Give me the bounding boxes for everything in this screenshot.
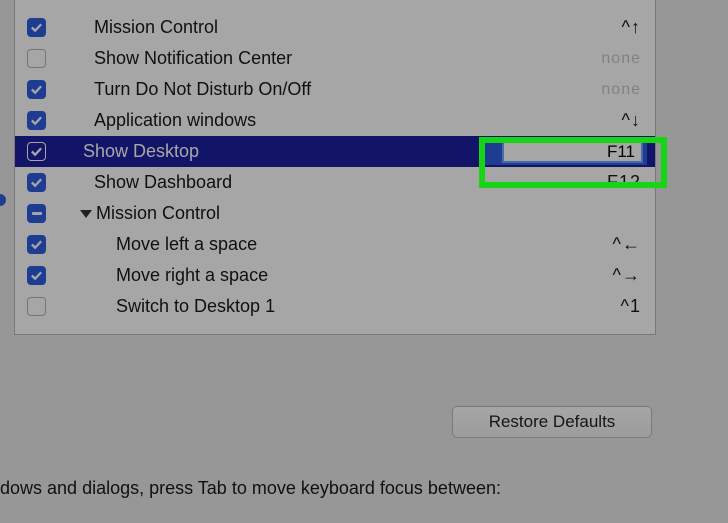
restore-defaults-button[interactable]: Restore Defaults bbox=[452, 406, 652, 438]
shortcut-row[interactable]: Show DashboardF12 bbox=[15, 167, 655, 198]
shortcut-label: Mission Control bbox=[80, 203, 641, 224]
shortcut-row[interactable]: Show Notification Centernone bbox=[15, 43, 655, 74]
shortcut-label: Move left a space bbox=[116, 234, 581, 255]
shortcut-key[interactable]: ^1 bbox=[581, 296, 641, 317]
disclosure-triangle-icon[interactable] bbox=[80, 210, 92, 218]
indicator-dot bbox=[0, 194, 6, 206]
shortcut-checkbox[interactable] bbox=[27, 18, 46, 37]
shortcut-checkbox[interactable] bbox=[27, 266, 46, 285]
shortcut-label: Turn Do Not Disturb On/Off bbox=[94, 79, 581, 100]
shortcut-key[interactable]: ^← bbox=[581, 234, 641, 255]
shortcut-row[interactable]: Move right a space^→ bbox=[15, 260, 655, 291]
footer-hint-text: ndows and dialogs, press Tab to move key… bbox=[0, 478, 501, 499]
shortcut-checkbox[interactable] bbox=[27, 204, 46, 223]
shortcut-key[interactable]: ^↑ bbox=[581, 17, 641, 38]
shortcut-checkbox[interactable] bbox=[27, 297, 46, 316]
shortcut-checkbox[interactable] bbox=[27, 80, 46, 99]
shortcut-row[interactable]: Switch to Desktop 1^1 bbox=[15, 291, 655, 322]
shortcut-checkbox[interactable] bbox=[27, 173, 46, 192]
shortcut-row[interactable]: Mission Control^↑ bbox=[15, 12, 655, 43]
shortcut-row[interactable]: Turn Do Not Disturb On/Offnone bbox=[15, 74, 655, 105]
shortcuts-panel: Mission Control^↑Show Notification Cente… bbox=[14, 0, 656, 335]
shortcut-label: Show Dashboard bbox=[94, 172, 581, 193]
shortcut-key[interactable]: none bbox=[581, 50, 641, 68]
shortcut-row[interactable]: Move left a space^← bbox=[15, 229, 655, 260]
shortcut-label: Mission Control bbox=[94, 17, 581, 38]
shortcut-checkbox[interactable] bbox=[27, 111, 46, 130]
shortcut-input[interactable]: F11 bbox=[502, 141, 643, 163]
shortcut-label: Switch to Desktop 1 bbox=[116, 296, 581, 317]
shortcut-key[interactable]: ^↓ bbox=[581, 110, 641, 131]
shortcut-editor-wrap: F11 bbox=[484, 138, 647, 165]
shortcut-key[interactable]: ^→ bbox=[581, 265, 641, 286]
shortcut-row[interactable]: Application windows^↓ bbox=[15, 105, 655, 136]
shortcut-checkbox[interactable] bbox=[27, 49, 46, 68]
shortcut-row[interactable]: Mission Control bbox=[15, 198, 655, 229]
shortcut-key[interactable]: F12 bbox=[581, 172, 641, 193]
shortcut-checkbox[interactable] bbox=[27, 235, 46, 254]
shortcut-checkbox[interactable] bbox=[27, 142, 46, 161]
shortcut-key[interactable]: none bbox=[581, 81, 641, 99]
shortcut-label: Application windows bbox=[94, 110, 581, 131]
shortcut-row[interactable]: Show DesktopF11 bbox=[15, 136, 655, 167]
shortcut-label: Show Notification Center bbox=[94, 48, 581, 69]
shortcut-label: Move right a space bbox=[116, 265, 581, 286]
